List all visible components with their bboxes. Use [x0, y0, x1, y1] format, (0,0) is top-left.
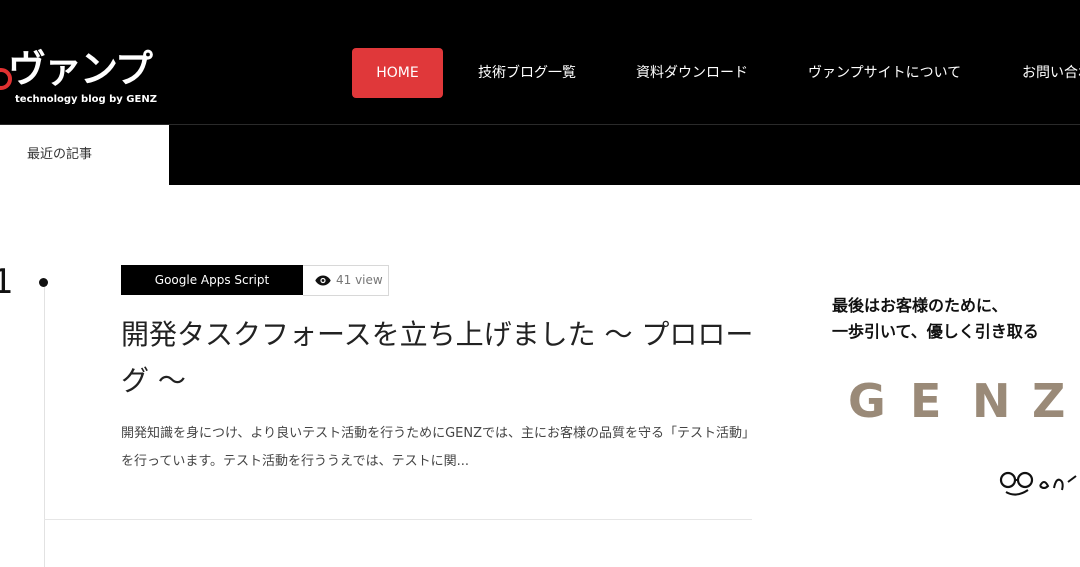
- genz-logo: G E N Z: [848, 374, 1080, 428]
- logo-text: ヴァンプ: [8, 47, 153, 91]
- genz-glasses-logo-icon: [999, 471, 1077, 496]
- nav-home[interactable]: HOME: [352, 48, 443, 98]
- category-badge[interactable]: Google Apps Script: [121, 265, 303, 295]
- sidebar-ad-banner[interactable]: 最後はお客様のために、 一歩引いて、優しく引き取る G E N Z: [830, 290, 1080, 520]
- view-count-badge: 41 view: [303, 265, 389, 296]
- view-count: 41 view: [336, 273, 383, 287]
- site-header: ヴァンプ technology blog by GENZ HOME 技術ブログ一…: [0, 0, 1080, 124]
- logo-tagline: technology blog by GENZ: [15, 94, 157, 105]
- post-divider: [44, 519, 752, 520]
- post-excerpt: 開発知識を身につけ、より良いテスト活動を行うためにGENZでは、主にお客様の品質…: [121, 426, 756, 469]
- genz-letter-g: G: [848, 374, 886, 428]
- genz-letter-z: Z: [1032, 374, 1066, 428]
- nav-contact[interactable]: お問い合わせ: [1022, 48, 1080, 98]
- ad-headline-1: 最後はお客様のために、: [832, 296, 1008, 315]
- tab-recent-posts[interactable]: 最近の記事: [0, 125, 169, 185]
- nav-tech-blog-list[interactable]: 技術ブログ一覧: [478, 48, 576, 98]
- ad-headline-2: 一歩引いて、優しく引き取る: [832, 322, 1039, 341]
- eye-icon: [315, 275, 331, 286]
- post-title[interactable]: 開発タスクフォースを立ち上げました 〜 プロローグ 〜: [121, 312, 761, 404]
- timeline-dot: [39, 278, 48, 287]
- nav-download[interactable]: 資料ダウンロード: [636, 48, 748, 98]
- genz-letter-n: N: [972, 374, 1011, 428]
- genz-letter-e: E: [910, 374, 942, 428]
- site-logo[interactable]: ヴァンプ technology blog by GENZ: [0, 38, 170, 110]
- timeline-line: [44, 283, 45, 567]
- nav-about[interactable]: ヴァンプサイトについて: [808, 48, 961, 98]
- sub-tab-bar: 最近の記事: [0, 125, 1080, 185]
- post-date-fragment: 1: [0, 262, 14, 302]
